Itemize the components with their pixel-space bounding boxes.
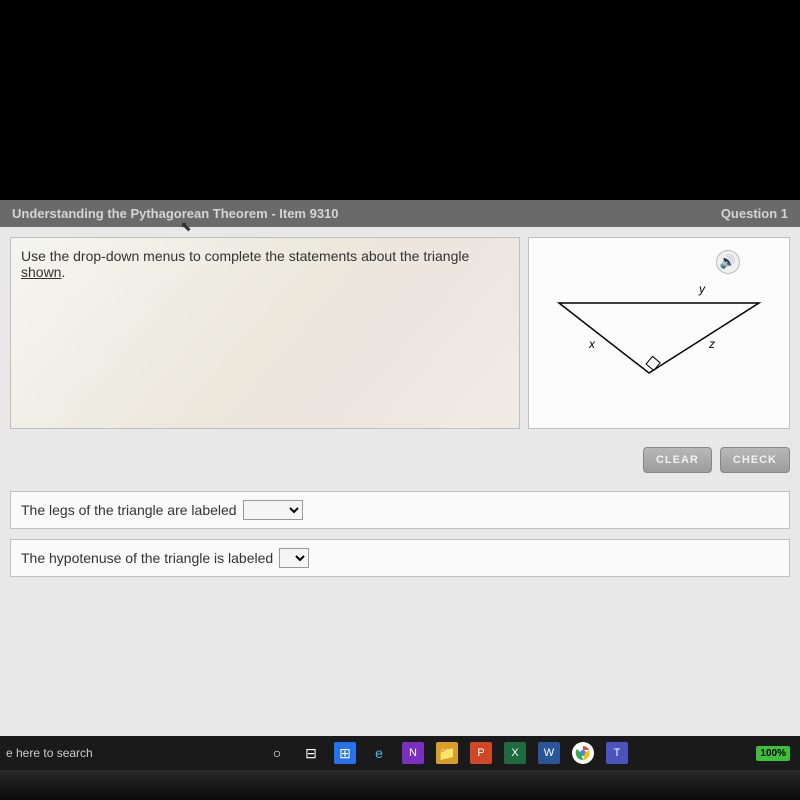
button-row: CLEAR CHECK <box>0 439 800 481</box>
statement-legs-text: The legs of the triangle are labeled <box>21 502 237 518</box>
cortana-icon[interactable]: ○ <box>266 742 288 764</box>
chrome-icon[interactable] <box>572 742 594 764</box>
file-explorer-icon[interactable]: 📁 <box>436 742 458 764</box>
triangle-panel: y x z <box>528 237 790 429</box>
store-icon[interactable]: ⊞ <box>334 742 356 764</box>
check-button[interactable]: CHECK <box>720 447 790 473</box>
word-icon[interactable]: W <box>538 742 560 764</box>
title-bar: Understanding the Pythagorean Theorem - … <box>0 200 800 227</box>
question-indicator: Question 1 <box>721 206 788 221</box>
triangle-label-y: y <box>698 282 706 296</box>
lesson-title: Understanding the Pythagorean Theorem - … <box>12 206 339 221</box>
task-view-icon[interactable]: ⊟ <box>300 742 322 764</box>
edge-icon[interactable]: e <box>368 742 390 764</box>
clear-button[interactable]: CLEAR <box>643 447 712 473</box>
powerpoint-icon[interactable]: P <box>470 742 492 764</box>
onenote-icon[interactable]: N <box>402 742 424 764</box>
statement-legs: The legs of the triangle are labeled ⬉ <box>10 491 790 529</box>
instruction-text-prefix: Use the drop-down menus to complete the … <box>21 248 469 264</box>
teams-icon[interactable]: T <box>606 742 628 764</box>
excel-icon[interactable]: X <box>504 742 526 764</box>
instruction-text-suffix: . <box>61 264 65 280</box>
hypotenuse-dropdown[interactable] <box>279 548 309 568</box>
triangle-label-z: z <box>708 337 715 351</box>
legs-dropdown[interactable] <box>243 500 303 520</box>
triangle-label-x: x <box>588 337 596 351</box>
taskbar-icon-group: ○ ⊟ ⊞ e N 📁 P X W T <box>206 742 628 764</box>
shown-link[interactable]: shown <box>21 264 61 280</box>
battery-indicator: 100% <box>756 746 790 761</box>
audio-icon[interactable]: 🔊 <box>716 250 740 274</box>
browser-area: Understanding the Pythagorean Theorem - … <box>0 200 800 740</box>
windows-taskbar: e here to search ○ ⊟ ⊞ e N 📁 P X W T 100… <box>0 736 800 770</box>
triangle-diagram: y x z <box>539 248 779 418</box>
statement-hypotenuse: The hypotenuse of the triangle is labele… <box>10 539 790 577</box>
instruction-panel: Use the drop-down menus to complete the … <box>10 237 520 429</box>
taskbar-search-text[interactable]: e here to search <box>0 746 206 760</box>
monitor-bezel <box>0 770 800 800</box>
statement-hypotenuse-text: The hypotenuse of the triangle is labele… <box>21 550 273 566</box>
